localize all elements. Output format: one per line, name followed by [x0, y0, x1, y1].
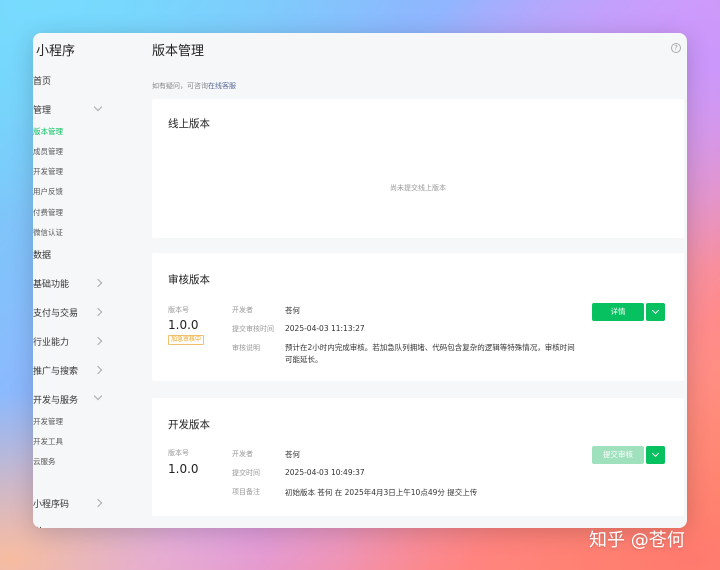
review-version-title: 审核版本	[168, 274, 210, 286]
status-badge: 加急审核中	[168, 335, 205, 345]
review-note-text: 预计在2小时内完成审核。若加急队列拥堵、代码包含复杂的逻辑等特殊情况，审核时间可…	[285, 343, 575, 364]
sidebar-item-promotion-search[interactable]: 推广与搜索	[33, 364, 78, 377]
submit-review-button[interactable]: 提交审核	[592, 446, 644, 464]
submit-time-label: 提交时间	[232, 469, 260, 477]
chevron-down-icon[interactable]	[93, 102, 103, 112]
submit-time-value: 2025-04-03 10:49:37	[285, 468, 365, 477]
chevron-right-icon[interactable]	[93, 365, 103, 375]
dev-version-title: 开发版本	[168, 419, 210, 431]
sidebar-item-industry[interactable]: 行业能力	[33, 335, 69, 348]
online-version-card: 线上版本 尚未提交线上版本	[152, 99, 684, 238]
sidebar-item-feedback[interactable]: 用户反馈	[33, 186, 63, 197]
sidebar-item-home[interactable]: 首页	[33, 74, 51, 87]
app-window: 小程序 首页 管理 版本管理 成员管理 开发管理 用户反馈 付费管理 微信认证 …	[33, 33, 687, 528]
sidebar-item-data[interactable]: 数据	[33, 248, 51, 261]
detail-button[interactable]: 详情	[592, 303, 644, 321]
version-label: 版本号	[168, 449, 189, 457]
sidebar-item-dev-tools[interactable]: 开发工具	[33, 436, 63, 447]
sidebar-item-more[interactable]: …	[33, 521, 42, 528]
page-title: 版本管理	[152, 44, 205, 59]
review-note-label: 审核说明	[232, 344, 260, 352]
chevron-right-icon[interactable]	[93, 336, 103, 346]
sidebar-item-cloud-service[interactable]: 云服务	[33, 456, 56, 467]
sidebar-item-version-manage[interactable]: 版本管理	[33, 126, 63, 137]
chevron-down-icon[interactable]	[646, 303, 665, 321]
sidebar-item-wechat-auth[interactable]: 微信认证	[33, 227, 63, 238]
sidebar: 小程序 首页 管理 版本管理 成员管理 开发管理 用户反馈 付费管理 微信认证 …	[33, 33, 143, 528]
remark-value: 初始版本 苍何 在 2025年4月3日上午10点49分 提交上传	[285, 488, 478, 497]
developer-label: 开发者	[232, 450, 253, 458]
sidebar-item-member-manage[interactable]: 成员管理	[33, 146, 63, 157]
chevron-right-icon[interactable]	[93, 307, 103, 317]
chevron-right-icon[interactable]	[93, 498, 103, 508]
sidebar-item-qrcode[interactable]: 小程序码	[33, 497, 69, 510]
chevron-down-icon[interactable]	[93, 391, 103, 401]
submit-time-label: 提交审核时间	[232, 325, 274, 333]
online-version-title: 线上版本	[168, 118, 210, 130]
sidebar-item-dev-manage[interactable]: 开发管理	[33, 166, 63, 177]
developer-label: 开发者	[232, 306, 253, 314]
developer-value: 苍何	[285, 450, 300, 459]
sidebar-item-payment-trade[interactable]: 支付与交易	[33, 306, 78, 319]
notice-text: 如有疑问，可咨询在线客服	[152, 81, 236, 91]
dev-version-card: 开发版本 版本号 1.0.0 开发者 苍何 提交时间 2025-04-03 10…	[152, 398, 684, 516]
version-number: 1.0.0	[168, 462, 199, 476]
chevron-right-icon[interactable]	[93, 278, 103, 288]
app-title: 小程序	[36, 44, 76, 59]
review-version-card: 审核版本 版本号 1.0.0 加急审核中 开发者 苍何 提交审核时间 2025-…	[152, 253, 684, 381]
main-content: 版本管理 ? 如有疑问，可咨询在线客服 线上版本 尚未提交线上版本 审核版本 版…	[143, 33, 687, 528]
chevron-down-icon[interactable]	[646, 446, 665, 464]
sidebar-item-basic-features[interactable]: 基础功能	[33, 277, 69, 290]
submit-time-value: 2025-04-03 11:13:27	[285, 324, 365, 333]
online-empty-text: 尚未提交线上版本	[390, 184, 446, 192]
version-number: 1.0.0	[168, 318, 199, 332]
sidebar-item-manage[interactable]: 管理	[33, 103, 51, 116]
sidebar-item-dev-management[interactable]: 开发管理	[33, 416, 63, 427]
sidebar-item-payment-manage[interactable]: 付费管理	[33, 207, 63, 218]
online-service-link[interactable]: 在线客服	[208, 82, 236, 90]
developer-value: 苍何	[285, 306, 300, 315]
help-icon[interactable]: ?	[671, 43, 681, 53]
remark-label: 项目备注	[232, 488, 260, 496]
watermark: 知乎 @苍何	[589, 530, 685, 551]
notice-prefix: 如有疑问，可咨询	[152, 82, 208, 90]
sidebar-item-dev-services[interactable]: 开发与服务	[33, 393, 78, 406]
version-label: 版本号	[168, 306, 189, 314]
